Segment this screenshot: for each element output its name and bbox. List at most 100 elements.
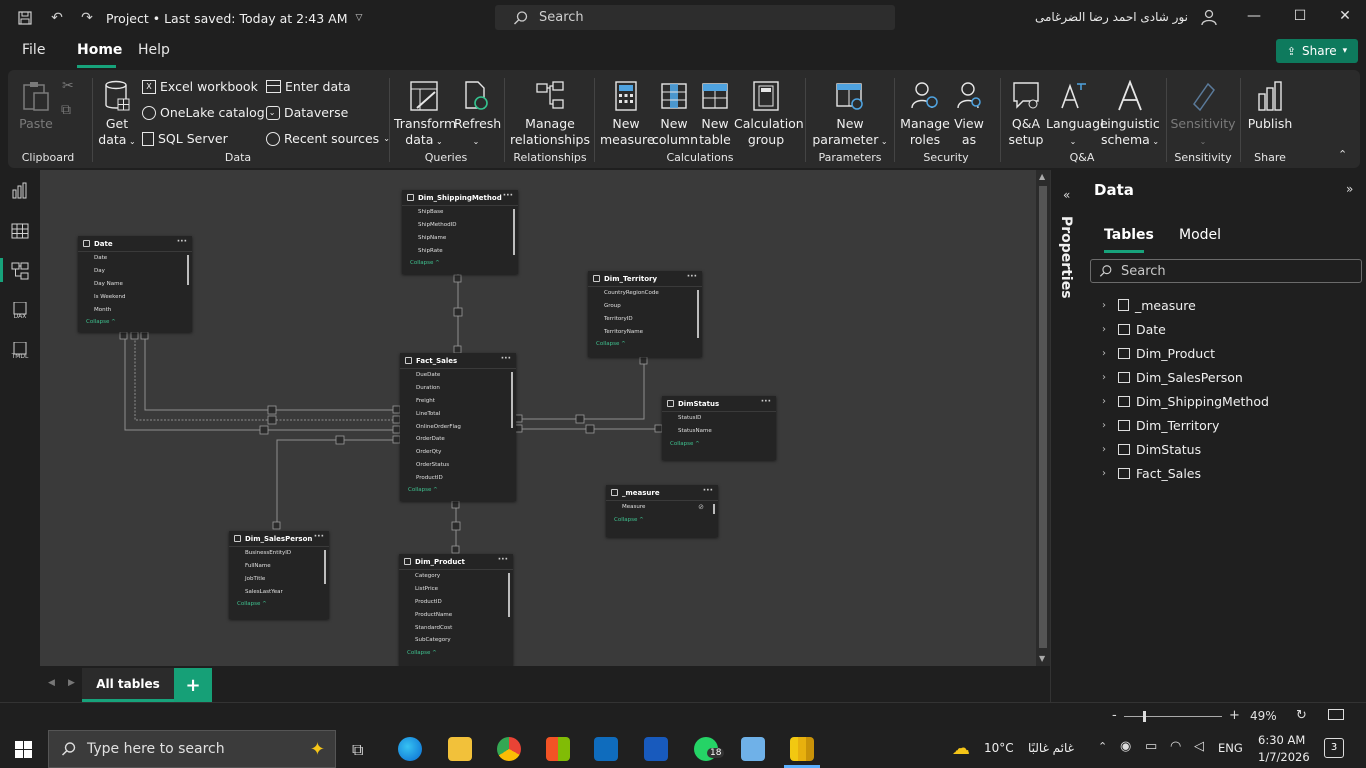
copy-icon[interactable]: ⧉ — [61, 102, 71, 118]
field-row[interactable]: Freight — [400, 395, 516, 408]
new-column-button[interactable]: New column — [652, 80, 698, 148]
canvas-vertical-scrollbar[interactable]: ▲ ▼ — [1036, 170, 1050, 666]
field-row[interactable]: Group — [588, 300, 702, 313]
onelake-catalog-button[interactable]: OneLake catalog ⌄ — [142, 105, 275, 120]
sql-server-button[interactable]: SQL Server — [142, 131, 228, 146]
field-row[interactable]: TerritoryName — [588, 325, 702, 338]
chrome-icon[interactable] — [497, 737, 521, 761]
more-options-icon[interactable]: ··· — [503, 191, 513, 201]
card-scrollbar[interactable] — [324, 550, 326, 584]
reset-layout-icon[interactable]: ↻ — [1296, 708, 1307, 723]
field-row[interactable]: Is Weekend — [78, 290, 192, 303]
collapse-link[interactable]: Collapse ^ — [662, 441, 776, 447]
field-row[interactable]: BusinessEntityID — [229, 547, 329, 560]
collapse-link[interactable]: Collapse ^ — [400, 487, 516, 493]
notification-icon[interactable]: 3 — [1324, 738, 1344, 758]
collapse-ribbon-icon[interactable]: ⌃ — [1338, 148, 1347, 161]
minimize-icon[interactable]: — — [1244, 8, 1264, 28]
more-options-icon[interactable]: ··· — [761, 397, 771, 407]
card-scrollbar[interactable] — [508, 573, 510, 617]
get-data-button[interactable]: Get data ⌄ — [98, 80, 136, 150]
field-row[interactable]: FullName — [229, 560, 329, 573]
more-options-icon[interactable]: ··· — [314, 532, 324, 542]
store-icon[interactable] — [546, 737, 570, 761]
data-item-fact-sales[interactable]: › Fact_Sales — [1102, 463, 1201, 483]
field-row[interactable]: ShipBase — [402, 206, 518, 219]
cut-icon[interactable]: ✂ — [62, 78, 74, 94]
avatar[interactable] — [1200, 8, 1218, 26]
data-search-input[interactable]: Search — [1090, 259, 1362, 283]
field-row[interactable]: Duration — [400, 382, 516, 395]
field-row[interactable]: OrderQty — [400, 446, 516, 459]
more-options-icon[interactable]: ··· — [687, 272, 697, 282]
field-row[interactable]: OrderDate — [400, 433, 516, 446]
scroll-thumb[interactable] — [1039, 186, 1047, 648]
field-row[interactable]: TerritoryID — [588, 313, 702, 326]
clock-date[interactable]: 1/7/2026 — [1258, 750, 1310, 764]
model-canvas[interactable]: Date ··· Date Day Day Name Is Weekend Mon… — [40, 170, 1036, 666]
undo-icon[interactable]: ↶ — [48, 9, 66, 27]
tray-chevron-icon[interactable]: ⌃ — [1098, 740, 1107, 753]
battery-icon[interactable]: ▭ — [1145, 739, 1157, 754]
manage-roles-button[interactable]: Manage roles — [900, 80, 950, 148]
more-options-icon[interactable]: ··· — [498, 555, 508, 565]
more-options-icon[interactable]: ··· — [177, 237, 187, 247]
volume-icon[interactable]: ◁ — [1194, 739, 1204, 754]
field-row[interactable]: ProductID — [399, 596, 513, 609]
tab-next-icon[interactable]: ▶ — [68, 678, 75, 688]
data-item-dimstatus[interactable]: › DimStatus — [1102, 439, 1201, 459]
field-row[interactable]: StatusName — [662, 425, 776, 438]
card-scrollbar[interactable] — [713, 504, 715, 514]
view-as-button[interactable]: View as — [950, 80, 988, 148]
table-card-dim-shippingmethod[interactable]: Dim_ShippingMethod ··· ShipBase ShipMetho… — [402, 190, 518, 274]
chevron-down-icon[interactable]: ▽ — [356, 13, 363, 23]
weather-icon[interactable]: ☁ — [952, 738, 970, 759]
field-row[interactable]: OnlineOrderFlag — [400, 420, 516, 433]
field-row[interactable]: Category — [399, 570, 513, 583]
zoom-in-button[interactable]: + — [1229, 708, 1240, 723]
field-row[interactable]: Date — [78, 252, 192, 265]
data-item-measure[interactable]: › _measure — [1102, 295, 1196, 315]
field-row[interactable]: StandardCost — [399, 621, 513, 634]
redo-icon[interactable]: ↷ — [78, 9, 96, 27]
collapse-data-pane-icon[interactable]: » — [1346, 182, 1353, 196]
data-item-dim-shippingmethod[interactable]: › Dim_ShippingMethod — [1102, 391, 1269, 411]
menu-home[interactable]: Home — [77, 42, 122, 58]
task-view-icon[interactable]: ⧉ — [352, 740, 363, 760]
manage-relationships-button[interactable]: Manage relationships — [510, 80, 590, 148]
collapse-link[interactable]: Collapse ^ — [402, 260, 518, 266]
language-button[interactable]: Language ⌄ — [1046, 80, 1108, 150]
field-row[interactable]: JobTitle — [229, 573, 329, 586]
calculation-group-button[interactable]: Calculation group — [734, 80, 804, 148]
dataverse-button[interactable]: Dataverse — [266, 105, 348, 120]
share-button[interactable]: ⇪ Share ▾ — [1276, 39, 1358, 63]
save-icon[interactable] — [16, 9, 34, 27]
card-scrollbar[interactable] — [513, 209, 515, 255]
data-item-dim-product[interactable]: › Dim_Product — [1102, 343, 1215, 363]
tmdl-view-icon[interactable]: TMDL — [11, 341, 29, 360]
field-row[interactable]: ShipName — [402, 232, 518, 245]
tab-prev-icon[interactable]: ◀ — [48, 678, 55, 688]
card-scrollbar[interactable] — [187, 255, 189, 285]
table-card-date[interactable]: Date ··· Date Day Day Name Is Weekend Mon… — [78, 236, 192, 332]
qa-setup-button[interactable]: Q&A setup — [1006, 80, 1046, 148]
table-card-dim-product[interactable]: Dim_Product ··· Category ListPrice Produc… — [399, 554, 513, 666]
windows-start-icon[interactable] — [15, 741, 32, 762]
language-indicator[interactable]: ENG — [1218, 741, 1243, 755]
table-card-measure[interactable]: _measure ··· Measure ⊘ Collapse ^ — [606, 485, 718, 537]
field-row[interactable]: ShipMethodID — [402, 219, 518, 232]
enter-data-button[interactable]: Enter data — [266, 79, 351, 94]
report-view-icon[interactable] — [11, 182, 29, 200]
model-view-icon[interactable] — [11, 262, 29, 280]
table-card-dim-territory[interactable]: Dim_Territory ··· CountryRegionCode Group… — [588, 271, 702, 357]
power-bi-icon[interactable] — [790, 737, 814, 761]
more-options-icon[interactable]: ··· — [703, 486, 713, 496]
field-row[interactable]: OrderStatus — [400, 459, 516, 472]
table-view-icon[interactable] — [11, 222, 29, 240]
table-card-fact-sales[interactable]: Fact_Sales ··· DueDate Duration Freight L… — [400, 353, 516, 501]
snipping-icon[interactable] — [741, 737, 765, 761]
transform-data-button[interactable]: Transform data ⌄ — [394, 80, 456, 150]
new-parameter-button[interactable]: New parameter ⌄ — [810, 80, 890, 150]
expand-properties-icon[interactable]: « — [1063, 188, 1070, 202]
collapse-link[interactable]: Collapse ^ — [399, 650, 513, 656]
